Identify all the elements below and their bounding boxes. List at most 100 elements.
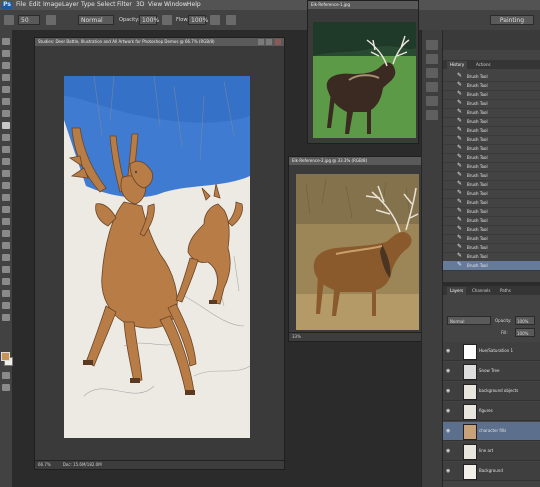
flow-field[interactable]: 100% <box>188 15 208 25</box>
zoom-tool-icon[interactable] <box>2 266 10 273</box>
tab-layers[interactable]: Layers <box>447 287 467 295</box>
menu-file[interactable]: File <box>16 0 26 10</box>
eye-icon[interactable]: ◉ <box>446 368 452 374</box>
brush-icon: ✎ <box>457 207 463 214</box>
elk-reference-photo-1[interactable] <box>313 22 416 138</box>
tab-channels[interactable]: Channels <box>469 287 494 295</box>
layer-thumbnail <box>463 384 477 400</box>
type-tool-icon[interactable] <box>2 218 10 225</box>
canvas-artwork[interactable] <box>64 76 250 438</box>
brush-icon: ✎ <box>457 234 463 241</box>
reference-2-zoom[interactable]: 33% <box>292 334 301 339</box>
workspace-switcher[interactable]: Painting <box>490 15 534 25</box>
eye-icon[interactable]: ◉ <box>446 448 452 454</box>
airbrush-icon[interactable] <box>210 15 220 25</box>
paragraph-panel-icon[interactable] <box>426 110 438 120</box>
eyedropper-tool-icon[interactable] <box>2 98 10 105</box>
panel-icon-strip <box>421 30 442 487</box>
menu-layer[interactable]: Layer <box>62 0 79 10</box>
layer-row-selected[interactable]: ◉ character fills <box>443 422 540 441</box>
tab-history[interactable]: History <box>447 61 468 69</box>
brush-tool-icon[interactable] <box>2 122 10 129</box>
history-item-current[interactable]: ✎ Brush Tool <box>443 261 540 271</box>
reference-2-title[interactable]: Elk-Reference-2.jpg @ 33.3% (RGB/8) <box>289 157 421 165</box>
move-tool-icon[interactable] <box>2 38 10 45</box>
layer-row[interactable]: ◉ background objects <box>443 382 540 401</box>
eraser-tool-icon[interactable] <box>2 158 10 165</box>
minimize-button[interactable] <box>258 39 264 45</box>
path-select-tool-icon[interactable] <box>2 230 10 237</box>
layer-row[interactable]: ◉ Snow Tree <box>443 362 540 381</box>
lasso-tool-icon[interactable] <box>2 62 10 69</box>
deer-battle-illustration <box>64 76 250 438</box>
menu-select[interactable]: Select <box>97 0 116 10</box>
note-tool-icon[interactable] <box>2 314 10 321</box>
rotate-view-tool-icon[interactable] <box>2 278 10 285</box>
character-panel-icon[interactable] <box>426 96 438 106</box>
blend-mode-select[interactable]: Normal <box>447 316 491 325</box>
layer-row[interactable]: ◉ Background <box>443 462 540 481</box>
tab-actions[interactable]: Actions <box>473 61 494 69</box>
brush-icon: ✎ <box>457 261 463 268</box>
layer-row[interactable]: ◉ line art <box>443 442 540 461</box>
reference-1-title[interactable]: Elk-Reference-1.jpg <box>308 1 418 9</box>
tab-paths[interactable]: Paths <box>497 287 514 295</box>
opacity-field[interactable]: 100% <box>139 15 159 25</box>
brush-size-field[interactable]: 50 <box>18 15 40 25</box>
healing-brush-tool-icon[interactable] <box>2 110 10 117</box>
close-button[interactable] <box>275 39 281 45</box>
hand-tool-icon[interactable] <box>2 254 10 261</box>
brush-presets-panel-icon[interactable] <box>426 68 438 78</box>
layers-panel-tabs: Layers Channels Paths <box>443 286 540 295</box>
menu-filter[interactable]: Filter <box>117 0 132 10</box>
color-panel-icon[interactable] <box>426 40 438 50</box>
menu-image[interactable]: Image <box>43 0 62 10</box>
blur-tool-icon[interactable] <box>2 182 10 189</box>
clone-stamp-tool-icon[interactable] <box>2 134 10 141</box>
foreground-color-swatch[interactable] <box>1 352 10 361</box>
eye-icon[interactable]: ◉ <box>446 408 452 414</box>
pressure-opacity-icon[interactable] <box>162 15 172 25</box>
layer-row[interactable]: ◉ Hue/Saturation 1 <box>443 342 540 361</box>
history-panel: History Actions ✎ Brush Tool ✎ Brush Tool … <box>442 30 540 282</box>
eye-icon[interactable]: ◉ <box>446 468 452 474</box>
marquee-tool-icon[interactable] <box>2 50 10 57</box>
menu-window[interactable]: Window <box>164 0 188 10</box>
brush-icon: ✎ <box>457 99 463 106</box>
zoom-readout[interactable]: 66.7% <box>38 462 51 467</box>
menu-view[interactable]: View <box>148 0 162 10</box>
menu-edit[interactable]: Edit <box>29 0 41 10</box>
eye-icon[interactable]: ◉ <box>446 428 452 434</box>
maximize-button[interactable] <box>266 39 272 45</box>
layer-fill-field[interactable]: 100% <box>515 328 535 337</box>
quick-select-tool-icon[interactable] <box>2 74 10 81</box>
menu-help[interactable]: Help <box>187 0 201 10</box>
brush-icon: ✎ <box>457 90 463 97</box>
menu-3d[interactable]: 3D <box>136 0 144 10</box>
pen-tool-icon[interactable] <box>2 206 10 213</box>
mode-select[interactable]: Normal <box>78 15 114 25</box>
screen-mode-icon[interactable] <box>2 384 10 391</box>
main-document-title[interactable]: Studies: Deer Battle, Illustration and A… <box>35 38 284 46</box>
brush-preset-icon[interactable] <box>4 15 14 25</box>
menu-type[interactable]: Type <box>81 0 95 10</box>
eye-icon[interactable]: ◉ <box>446 348 452 354</box>
reference-2-statusbar: 33% <box>289 332 421 341</box>
brush-panel-icon[interactable] <box>46 15 56 25</box>
gradient-tool-icon[interactable] <box>2 170 10 177</box>
info-panel-icon[interactable] <box>426 82 438 92</box>
quick-mask-icon[interactable] <box>2 372 10 379</box>
shape-tool-icon[interactable] <box>2 242 10 249</box>
dodge-tool-icon[interactable] <box>2 194 10 201</box>
crop-tool-icon[interactable] <box>2 86 10 93</box>
elk-reference-photo-2[interactable] <box>296 174 419 330</box>
layer-opacity-field[interactable]: 100% <box>515 316 535 325</box>
sponge-tool-icon[interactable] <box>2 302 10 309</box>
doc-size-readout[interactable]: Doc: 15.6M/182.0M <box>63 462 102 467</box>
eye-icon[interactable]: ◉ <box>446 388 452 394</box>
swatches-panel-icon[interactable] <box>426 54 438 64</box>
pressure-size-icon[interactable] <box>226 15 236 25</box>
layer-row[interactable]: ◉ figures <box>443 402 540 421</box>
history-brush-tool-icon[interactable] <box>2 146 10 153</box>
smudge-tool-icon[interactable] <box>2 290 10 297</box>
